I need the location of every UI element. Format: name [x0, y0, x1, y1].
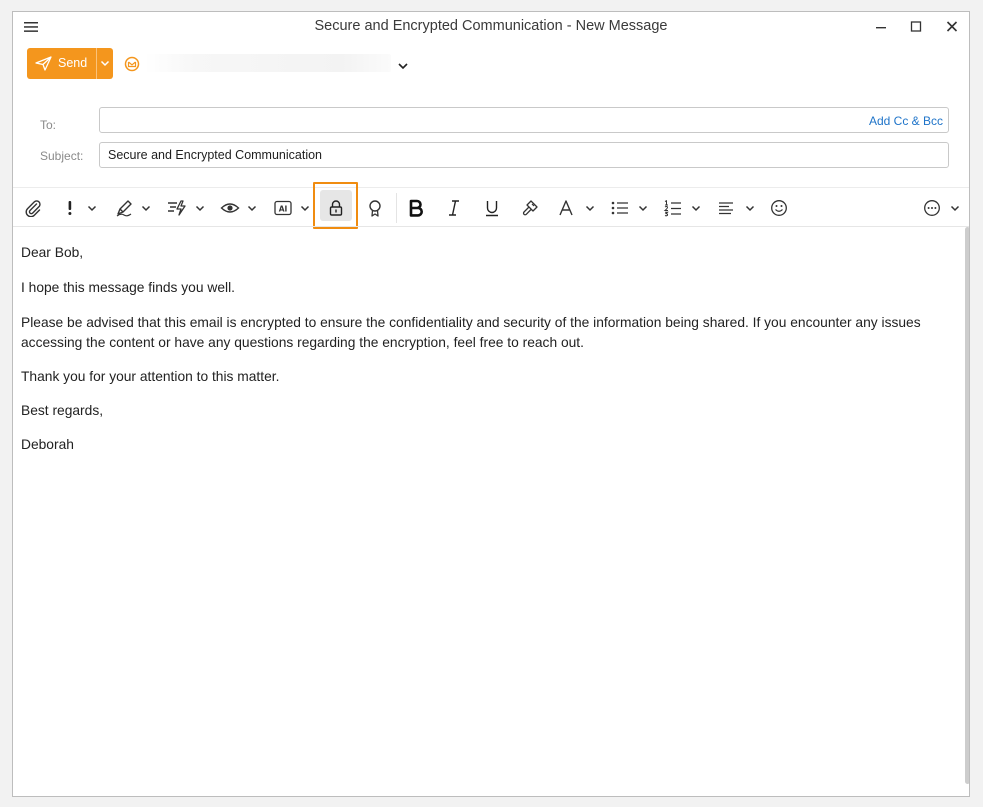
chevron-down-icon [638, 205, 648, 212]
chevron-down-icon [195, 205, 205, 212]
bold-button[interactable] [405, 194, 427, 222]
message-body[interactable]: Dear Bob, I hope this message finds you … [13, 227, 963, 796]
account-envelope-icon [124, 56, 140, 72]
svg-text:AI: AI [279, 204, 288, 213]
body-paragraph: Best regards, [21, 403, 104, 418]
more-options-button[interactable] [921, 194, 963, 222]
attach-button[interactable] [22, 194, 46, 222]
toolbar-top-divider [13, 187, 969, 188]
numbered-list-button[interactable] [663, 194, 705, 222]
send-icon [35, 56, 52, 71]
scrollbar-thumb[interactable] [965, 227, 969, 784]
chevron-down-icon [300, 205, 310, 212]
signature-icon [116, 200, 132, 217]
align-icon [719, 202, 733, 215]
subject-input[interactable] [100, 143, 948, 167]
send-button-label: Send [58, 56, 88, 70]
body-paragraph: Deborah [21, 437, 74, 452]
from-account-selector[interactable] [145, 54, 391, 72]
emoji-button[interactable] [769, 194, 791, 222]
bullet-list-icon [611, 201, 628, 215]
send-button[interactable]: Send [27, 48, 96, 79]
body-paragraph: Thank you for your attention to this mat… [21, 369, 280, 384]
to-input[interactable] [100, 108, 948, 132]
bullet-list-button[interactable] [610, 194, 652, 222]
ai-icon: AI [274, 200, 292, 216]
subject-field [99, 142, 949, 168]
to-field: Add Cc & Bcc [99, 107, 949, 133]
format-painter-button[interactable] [519, 194, 541, 222]
chevron-down-icon [100, 60, 110, 67]
numbered-list-icon [663, 200, 681, 217]
italic-icon [449, 200, 459, 216]
chevron-down-icon [691, 205, 701, 212]
italic-button[interactable] [443, 194, 465, 222]
underline-icon [486, 201, 498, 217]
body-paragraph: I hope this message finds you well. [21, 280, 235, 295]
chevron-down-icon [585, 205, 595, 212]
body-paragraph: Please be advised that this email is enc… [21, 315, 921, 350]
chevron-down-icon [141, 205, 151, 212]
certificate-icon [369, 200, 381, 217]
signature-button[interactable] [114, 194, 154, 222]
send-options-dropdown[interactable] [97, 48, 113, 79]
close-button[interactable] [940, 16, 964, 38]
paperclip-icon [25, 200, 41, 217]
font-color-icon [559, 200, 573, 216]
read-receipt-icon [220, 203, 240, 213]
send-split-button: Send [27, 48, 113, 79]
quick-text-button[interactable] [166, 194, 208, 222]
subject-label: Subject: [40, 149, 84, 163]
chevron-down-icon [247, 205, 257, 212]
more-icon [924, 200, 940, 216]
importance-icon [68, 201, 72, 215]
chevron-down-icon [87, 205, 97, 212]
format-painter-icon [522, 200, 538, 216]
maximize-button[interactable] [904, 16, 928, 38]
toolbar-separator [396, 193, 397, 223]
from-chevron-down-icon[interactable] [397, 58, 409, 70]
sign-certificate-button[interactable] [365, 194, 387, 222]
encrypt-button-highlight [313, 182, 358, 229]
body-scrollbar[interactable] [963, 227, 969, 784]
font-color-button[interactable] [557, 194, 599, 222]
underline-button[interactable] [481, 194, 503, 222]
quick-text-icon [168, 200, 186, 216]
ai-assistant-button[interactable]: AI [273, 194, 313, 222]
window-title: Secure and Encrypted Communication - New… [314, 18, 668, 34]
align-button[interactable] [717, 194, 759, 222]
bold-icon [409, 199, 423, 217]
body-paragraph: Dear Bob, [21, 245, 84, 260]
importance-button[interactable] [61, 194, 101, 222]
to-label: To: [40, 118, 57, 132]
emoji-icon [771, 200, 787, 216]
compose-window: Secure and Encrypted Communication - New… [12, 11, 970, 797]
chevron-down-icon [950, 205, 960, 212]
read-receipt-button[interactable] [220, 194, 260, 222]
minimize-button[interactable] [869, 16, 893, 38]
title-bar: Secure and Encrypted Communication - New… [13, 12, 969, 42]
chevron-down-icon [745, 205, 755, 212]
add-cc-bcc-link[interactable]: Add Cc & Bcc [868, 114, 943, 128]
